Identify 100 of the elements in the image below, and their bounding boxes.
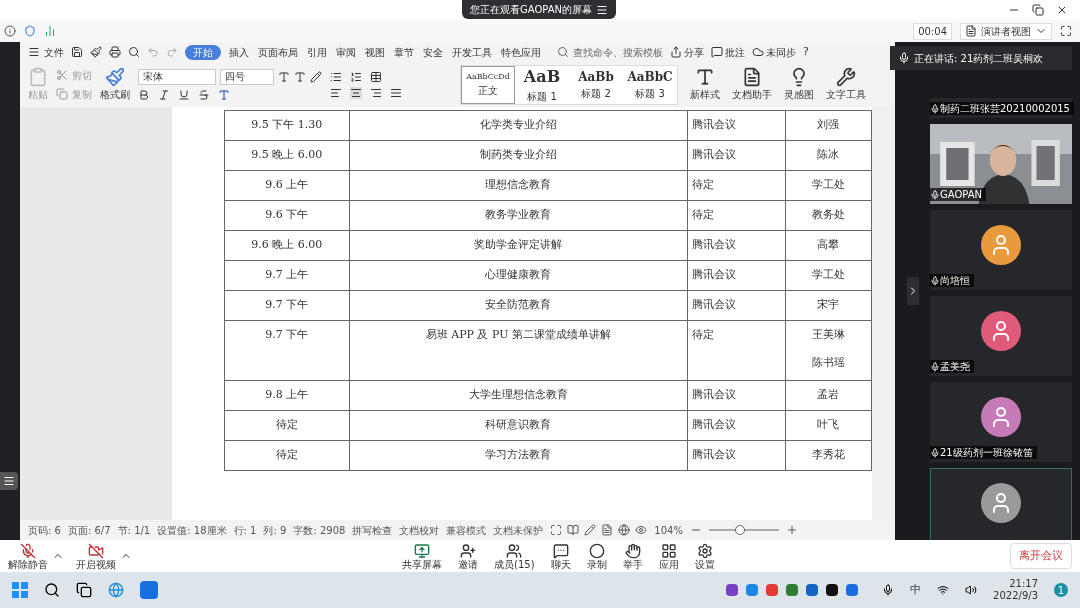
toolbar-button[interactable]: 开启视频: [76, 542, 116, 570]
table-cell: 9.7 下午: [224, 290, 350, 321]
table-cell: 待定: [687, 170, 786, 201]
style-option[interactable]: AaB 标题 1: [515, 65, 569, 104]
participant-name: 制药二班张芸20210002015: [940, 102, 1070, 115]
zoom-in-icon[interactable]: [785, 524, 798, 536]
fit-icon[interactable]: [550, 524, 563, 536]
table-cell: 安全防范教育: [349, 290, 688, 321]
task-view-icon[interactable]: [76, 582, 92, 598]
status-button[interactable]: 兼容模式: [446, 522, 487, 538]
file-menu[interactable]: 文件: [28, 44, 64, 60]
meeting-app-icon[interactable]: [140, 581, 158, 599]
style-option[interactable]: AaBbCcDd 正文: [461, 65, 515, 104]
toolbar-button[interactable]: 共享屏幕: [394, 542, 450, 570]
ribbon-tab[interactable]: 安全: [422, 44, 444, 60]
grow-font-icon[interactable]: [278, 70, 290, 83]
toolbar-button[interactable]: 设置: [686, 542, 723, 570]
ribbon-tab[interactable]: 开始: [185, 44, 221, 60]
eye-icon[interactable]: [635, 524, 648, 536]
view-dropdown[interactable]: 演讲者视图: [960, 22, 1052, 40]
book-icon[interactable]: [567, 524, 580, 536]
font-select[interactable]: 宋体: [138, 68, 216, 85]
ribbon-tool[interactable]: 文档助手: [732, 67, 772, 102]
volume-icon[interactable]: [965, 584, 978, 596]
bullet-list-icon[interactable]: [330, 70, 342, 83]
info-icon[interactable]: [4, 25, 16, 37]
toolbar-button[interactable]: 举手: [614, 542, 651, 570]
toolbar-button[interactable]: 解除静音: [8, 542, 48, 570]
print-icon[interactable]: [109, 46, 121, 58]
shield-icon[interactable]: [24, 25, 36, 37]
toolbar-action[interactable]: 批注: [711, 44, 745, 60]
screen-share-icon: [414, 542, 430, 559]
size-select[interactable]: 四号: [220, 68, 274, 85]
notification-badge[interactable]: 1: [1054, 583, 1068, 597]
preview-icon[interactable]: [128, 46, 140, 58]
ribbon-tab[interactable]: 开发工具: [451, 44, 493, 60]
ribbon-tool[interactable]: 灵感图: [784, 67, 814, 102]
collapse-toggle[interactable]: [906, 277, 919, 305]
ribbon-tab[interactable]: 审阅: [335, 44, 357, 60]
input-method[interactable]: 中: [910, 581, 922, 599]
status-button[interactable]: 文档校对: [399, 522, 440, 538]
ribbon-tab[interactable]: 页面布局: [257, 44, 299, 60]
status-button[interactable]: 文档未保护: [493, 522, 544, 538]
style-option[interactable]: AaBb 标题 2: [569, 65, 623, 104]
table-cell: 9.6 下午: [224, 200, 350, 231]
search-field[interactable]: 查找命令、搜索模板: [557, 44, 663, 60]
font-color-icon[interactable]: [218, 88, 230, 101]
toolbar-button[interactable]: 成员(15): [486, 542, 543, 570]
bold-icon[interactable]: [138, 88, 150, 101]
ribbon-tool[interactable]: 文字工具: [826, 67, 866, 102]
comment-icon: [711, 46, 723, 58]
browser-icon[interactable]: [108, 582, 124, 598]
restore-icon[interactable]: [1032, 4, 1044, 16]
zoom-level[interactable]: 104%: [654, 522, 683, 538]
wifi-icon[interactable]: [937, 584, 950, 596]
align-center-icon[interactable]: [350, 86, 362, 99]
justify-icon[interactable]: [390, 86, 402, 99]
align-left-icon[interactable]: [330, 86, 342, 99]
toolbar-button[interactable]: 邀请: [450, 542, 486, 570]
mic-icon[interactable]: [882, 584, 895, 596]
ribbon-tab[interactable]: 视图: [364, 44, 386, 60]
fullscreen-icon[interactable]: [1060, 25, 1072, 37]
list-button[interactable]: [0, 472, 18, 490]
ribbon-tab[interactable]: 引用: [306, 44, 328, 60]
status-button[interactable]: 拼写检查: [352, 522, 393, 538]
help-button[interactable]: ?: [803, 43, 809, 61]
table-icon[interactable]: [370, 70, 382, 83]
zoom-slider-thumb[interactable]: [735, 525, 746, 535]
align-right-icon[interactable]: [370, 86, 382, 99]
style-option[interactable]: AaBbC 标题 3: [623, 65, 677, 104]
toolbar-button[interactable]: 应用: [650, 542, 687, 570]
save-icon[interactable]: [71, 46, 83, 58]
toolbar-action[interactable]: 未同步: [752, 44, 796, 60]
status-item: 行: 1: [233, 523, 257, 538]
globe-icon[interactable]: [618, 524, 631, 536]
tray-app-icon[interactable]: [826, 584, 839, 596]
ribbon-tool[interactable]: 新样式: [690, 67, 720, 102]
start-icon[interactable]: [12, 582, 28, 598]
ribbon-tab[interactable]: 章节: [393, 44, 415, 60]
italic-icon[interactable]: [158, 88, 170, 101]
toolbar-button[interactable]: 聊天: [542, 542, 579, 570]
page-icon[interactable]: [601, 524, 614, 536]
pencil-icon[interactable]: [584, 524, 597, 536]
ribbon-tab[interactable]: 插入: [228, 44, 250, 60]
leave-meeting-button[interactable]: 离开会议: [1010, 542, 1072, 570]
close-icon[interactable]: [1056, 4, 1068, 16]
format-painter-button[interactable]: 格式刷: [100, 67, 130, 102]
table-cell: 化学类专业介绍: [349, 110, 688, 141]
toolbar-button[interactable]: 录制: [578, 542, 615, 570]
search-icon[interactable]: [44, 582, 60, 598]
strikethrough-icon[interactable]: [198, 88, 210, 101]
table-cell: 9.5 下午 1.30: [224, 110, 350, 141]
toolbar-action[interactable]: 分享: [670, 44, 704, 60]
numbered-list-icon[interactable]: [350, 70, 362, 83]
ribbon-tab[interactable]: 特色应用: [500, 44, 542, 60]
table-cell: 王美琳 陈书瑶: [785, 320, 872, 381]
shrink-font-icon[interactable]: [294, 70, 306, 83]
brush-icon[interactable]: [90, 46, 102, 58]
menu-icon[interactable]: [596, 3, 608, 16]
underline-icon[interactable]: [178, 88, 190, 101]
